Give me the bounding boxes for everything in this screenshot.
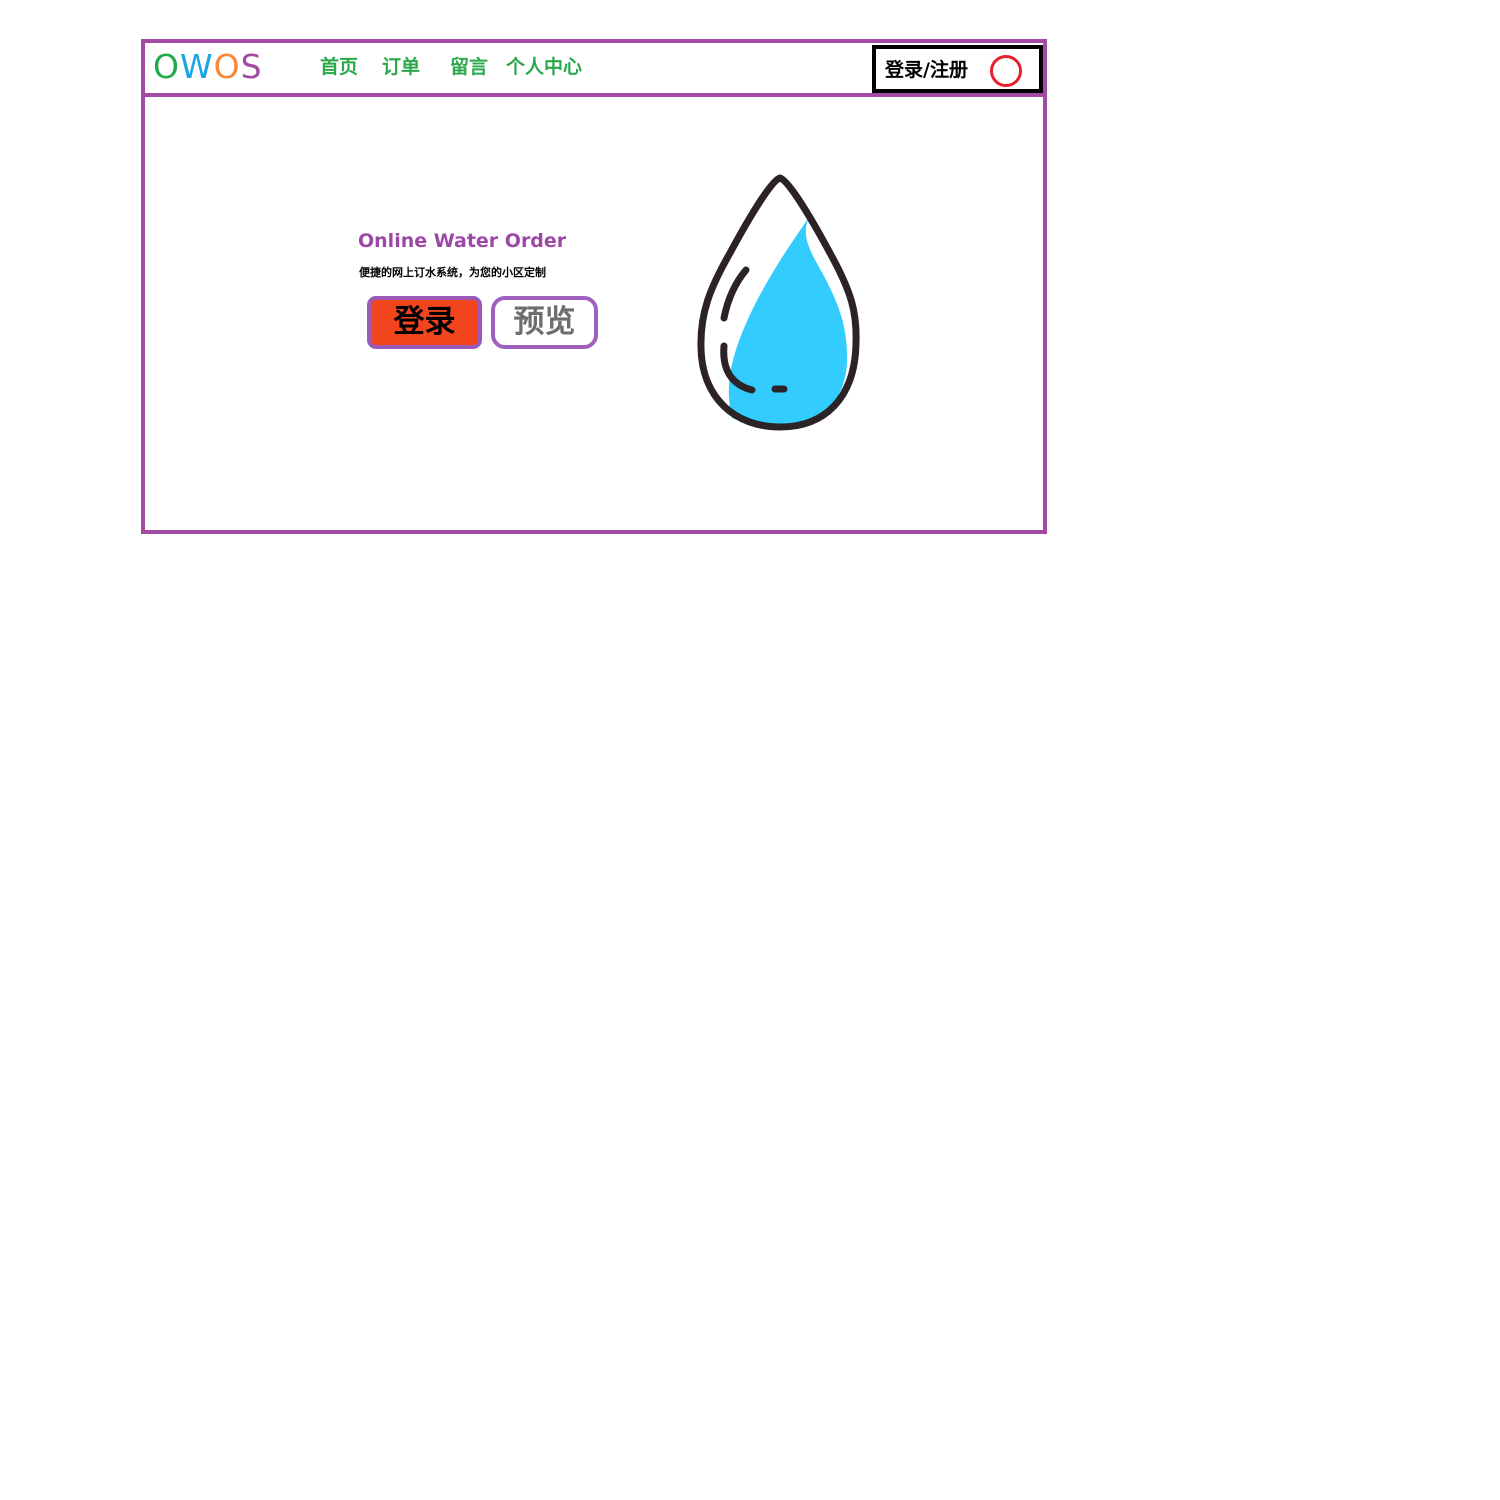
preview-button[interactable]: 预览 (491, 296, 598, 349)
login-button[interactable]: 登录 (367, 296, 482, 349)
top-navbar: OWOS 首页 订单 留言 个人中心 登录/注册 (145, 43, 1043, 97)
nav-item-messages[interactable]: 留言 (450, 55, 488, 79)
logo-letter: O (213, 47, 241, 86)
logo[interactable]: OWOS (153, 47, 263, 87)
hero-title: Online Water Order (358, 230, 567, 252)
nav-item-profile[interactable]: 个人中心 (506, 55, 582, 79)
logo-letter: W (179, 47, 214, 86)
logo-letter: S (240, 47, 263, 86)
hero-subtitle: 便捷的网上订水系统，为您的小区定制 (359, 266, 546, 279)
water-drop-icon (697, 174, 860, 431)
nav-item-home[interactable]: 首页 (320, 55, 358, 79)
login-register-button[interactable]: 登录/注册 (872, 45, 1043, 93)
drop-highlight-arc (720, 266, 750, 322)
logo-letter: O (153, 47, 180, 86)
login-register-label: 登录/注册 (885, 59, 968, 81)
user-circle-icon (990, 55, 1022, 87)
app-window: OWOS 首页 订单 留言 个人中心 登录/注册 Online Water Or… (141, 39, 1047, 534)
nav-item-orders[interactable]: 订单 (382, 55, 420, 79)
